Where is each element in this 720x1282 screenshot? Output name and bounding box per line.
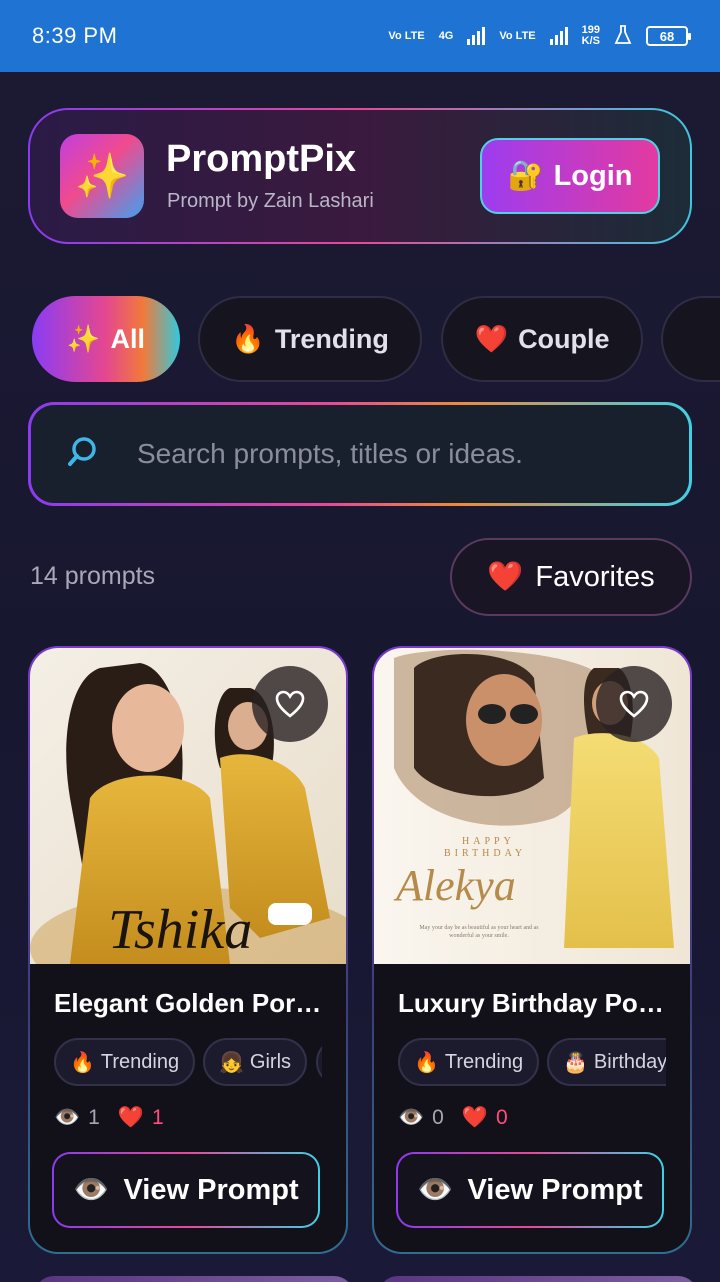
card-tags: 🔥 Trending 🎂 Birthday [398, 1038, 666, 1086]
view-prompt-button[interactable]: 👁️ View Prompt [52, 1152, 320, 1228]
fire-icon: 🔥 [414, 1051, 439, 1074]
heart-icon: ❤️ [487, 561, 524, 593]
battery-icon: 68 [646, 26, 691, 46]
app-screen: ✨ PromptPix Prompt by Zain Lashari 🔐 Log… [0, 72, 720, 1282]
chip-label: Couple [518, 323, 610, 354]
heart-icon: ❤️ [461, 1106, 488, 1129]
app-subtitle: Prompt by Zain Lashari [167, 190, 374, 212]
eye-icon: 👁️ [73, 1174, 110, 1206]
app-title: PromptPix [166, 138, 357, 180]
prompt-card[interactable]: Tshika Elegant Golden Por… 🔥 Trending 👧 … [28, 646, 348, 1254]
network-4g-indicator: 4G [438, 30, 454, 42]
card-stats: 👁️ 1 ❤️ 1 [54, 1106, 164, 1130]
image-birthday-text: BIRTHDAY [444, 848, 526, 859]
tag-label: Trending [100, 1050, 180, 1073]
chip-all[interactable]: ✨ All [32, 296, 180, 382]
views-stat: 👁️ 0 [398, 1106, 444, 1130]
heart-icon: ❤️ [474, 324, 509, 354]
girl-icon: 👧 [219, 1051, 244, 1074]
status-icons: Vo LTE 4G Vo LTE 199 K/S 68 [388, 24, 691, 48]
sparkles-icon: ✨ [60, 134, 144, 218]
eye-icon: 👁️ [398, 1106, 425, 1129]
tag-chip[interactable]: 👧 Girls [203, 1038, 308, 1086]
eye-icon: 👁️ [417, 1174, 454, 1206]
prompt-card[interactable]: HAPPY BIRTHDAY Alekya May your day be as… [372, 646, 692, 1254]
next-card-peek[interactable] [34, 1276, 354, 1282]
chip-more[interactable] [661, 296, 720, 382]
card-title: Luxury Birthday Po… [398, 988, 664, 1018]
tag-chip[interactable]: 🔥 Trending [398, 1038, 540, 1086]
search-icon [65, 435, 99, 474]
status-time: 8:39 PM [32, 23, 118, 48]
view-prompt-button[interactable]: 👁️ View Prompt [396, 1152, 664, 1228]
fire-icon: 🔥 [70, 1051, 95, 1074]
views-count: 0 [432, 1106, 444, 1129]
tag-chip[interactable]: 🔥 Trending [54, 1038, 196, 1086]
volte-indicator: Vo LTE [388, 29, 425, 42]
next-card-peek[interactable] [378, 1276, 698, 1282]
tag-label: Trending [444, 1050, 524, 1073]
heart-outline-icon [275, 690, 305, 718]
network-speed: 199 K/S [581, 24, 600, 47]
fire-icon: 🔥 [231, 324, 265, 354]
image-name-text: Tshika [108, 899, 252, 961]
view-prompt-label: View Prompt [123, 1173, 299, 1206]
image-name-text: Alekya [393, 861, 516, 910]
chip-label: All [110, 323, 146, 354]
tag-chip[interactable] [316, 1038, 322, 1086]
heart-icon: ❤️ [117, 1106, 144, 1129]
prompt-image[interactable]: HAPPY BIRTHDAY Alekya May your day be as… [374, 648, 690, 964]
status-bar: 8:39 PM Vo LTE 4G Vo LTE 199 K/S 68 [0, 0, 720, 72]
search-input[interactable] [137, 438, 657, 470]
flask-icon [614, 24, 632, 48]
card-stats: 👁️ 0 ❤️ 0 [398, 1106, 508, 1130]
cake-icon: 🎂 [563, 1051, 588, 1074]
chip-couple[interactable]: ❤️ Couple [441, 296, 643, 382]
views-stat: 👁️ 1 [54, 1106, 100, 1130]
search-bar [28, 402, 692, 506]
prompt-image[interactable]: Tshika [30, 648, 346, 964]
favorites-label: Favorites [535, 560, 655, 593]
favorites-button[interactable]: ❤️ Favorites [450, 538, 692, 616]
likes-stat: ❤️ 0 [462, 1106, 508, 1130]
chip-trending[interactable]: 🔥 Trending [198, 296, 422, 382]
lock-key-icon: 🔐 [507, 160, 544, 192]
eye-icon: 👁️ [54, 1106, 81, 1129]
image-happy-text: HAPPY [462, 836, 515, 847]
view-prompt-label: View Prompt [467, 1173, 643, 1206]
tag-chip[interactable]: 🎂 Birthday [547, 1038, 666, 1086]
favorite-toggle-button[interactable] [596, 666, 672, 742]
prompt-count: 14 prompts [30, 562, 156, 590]
category-chips: ✨ All 🔥 Trending ❤️ Couple [32, 296, 720, 382]
signal-icon-2 [549, 27, 568, 45]
tag-label: Birthday [593, 1050, 666, 1073]
login-label: Login [553, 159, 633, 192]
volte-indicator-2: Vo LTE [499, 29, 536, 42]
login-button[interactable]: 🔐 Login [480, 138, 660, 214]
card-tags: 🔥 Trending 👧 Girls [54, 1038, 322, 1086]
heart-outline-icon [619, 690, 649, 718]
app-header: ✨ PromptPix Prompt by Zain Lashari 🔐 Log… [28, 108, 692, 244]
signal-icon [467, 27, 486, 45]
views-count: 1 [88, 1106, 100, 1129]
likes-count: 0 [496, 1106, 508, 1129]
favorite-toggle-button[interactable] [252, 666, 328, 742]
card-title: Elegant Golden Por… [54, 988, 322, 1018]
likes-stat: ❤️ 1 [118, 1106, 164, 1130]
tag-label: Girls [249, 1050, 292, 1073]
image-message-text: May your day be as beautiful as your hea… [419, 925, 539, 939]
sparkles-icon: ✨ [66, 324, 101, 354]
chip-label: Trending [274, 323, 389, 354]
likes-count: 1 [152, 1106, 164, 1129]
